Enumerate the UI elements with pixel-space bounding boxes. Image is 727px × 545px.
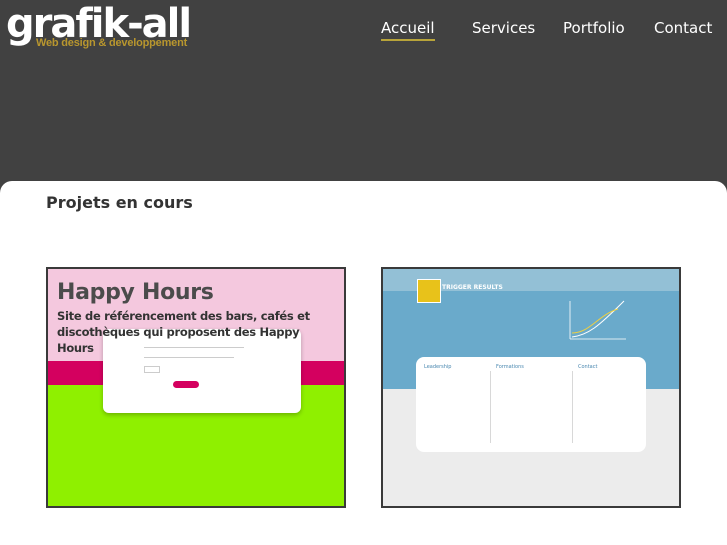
- nav-item-services[interactable]: Services: [472, 19, 535, 37]
- main-nav: Accueil Services Portfolio Contact: [0, 19, 727, 43]
- growth-chart-icon: [569, 300, 626, 340]
- project-description: Site de référencement des bars, cafés et…: [57, 309, 310, 355]
- project-thumbnail-happy-hours[interactable]: Happy Hours Site de référencement des ba…: [46, 267, 346, 508]
- thumb-line: [144, 357, 234, 358]
- nav-item-portfolio[interactable]: Portfolio: [563, 19, 625, 37]
- thumb-button: [173, 381, 199, 388]
- thumb-divider: [572, 371, 573, 443]
- thumb-input: [144, 366, 160, 373]
- content-panel: Projets en cours Happy Hours Site de réf…: [0, 181, 727, 545]
- thumb-column-label: Contact: [578, 364, 598, 370]
- thumb-column-label: Formations: [496, 364, 524, 370]
- project-thumbnail-trigger-results[interactable]: TRIGGER RESULTS Leadership Formations Co…: [381, 267, 681, 508]
- nav-item-contact[interactable]: Contact: [654, 19, 712, 37]
- trigger-logo-text: TRIGGER RESULTS: [442, 284, 503, 291]
- trigger-logo-icon: [417, 279, 441, 303]
- thumb-content-card: Leadership Formations Contact: [416, 357, 646, 452]
- thumb-column-label: Leadership: [424, 364, 452, 370]
- section-title: Projets en cours: [46, 193, 193, 212]
- nav-item-accueil[interactable]: Accueil: [381, 19, 435, 41]
- thumb-divider: [490, 371, 491, 443]
- project-title: Happy Hours: [57, 280, 214, 305]
